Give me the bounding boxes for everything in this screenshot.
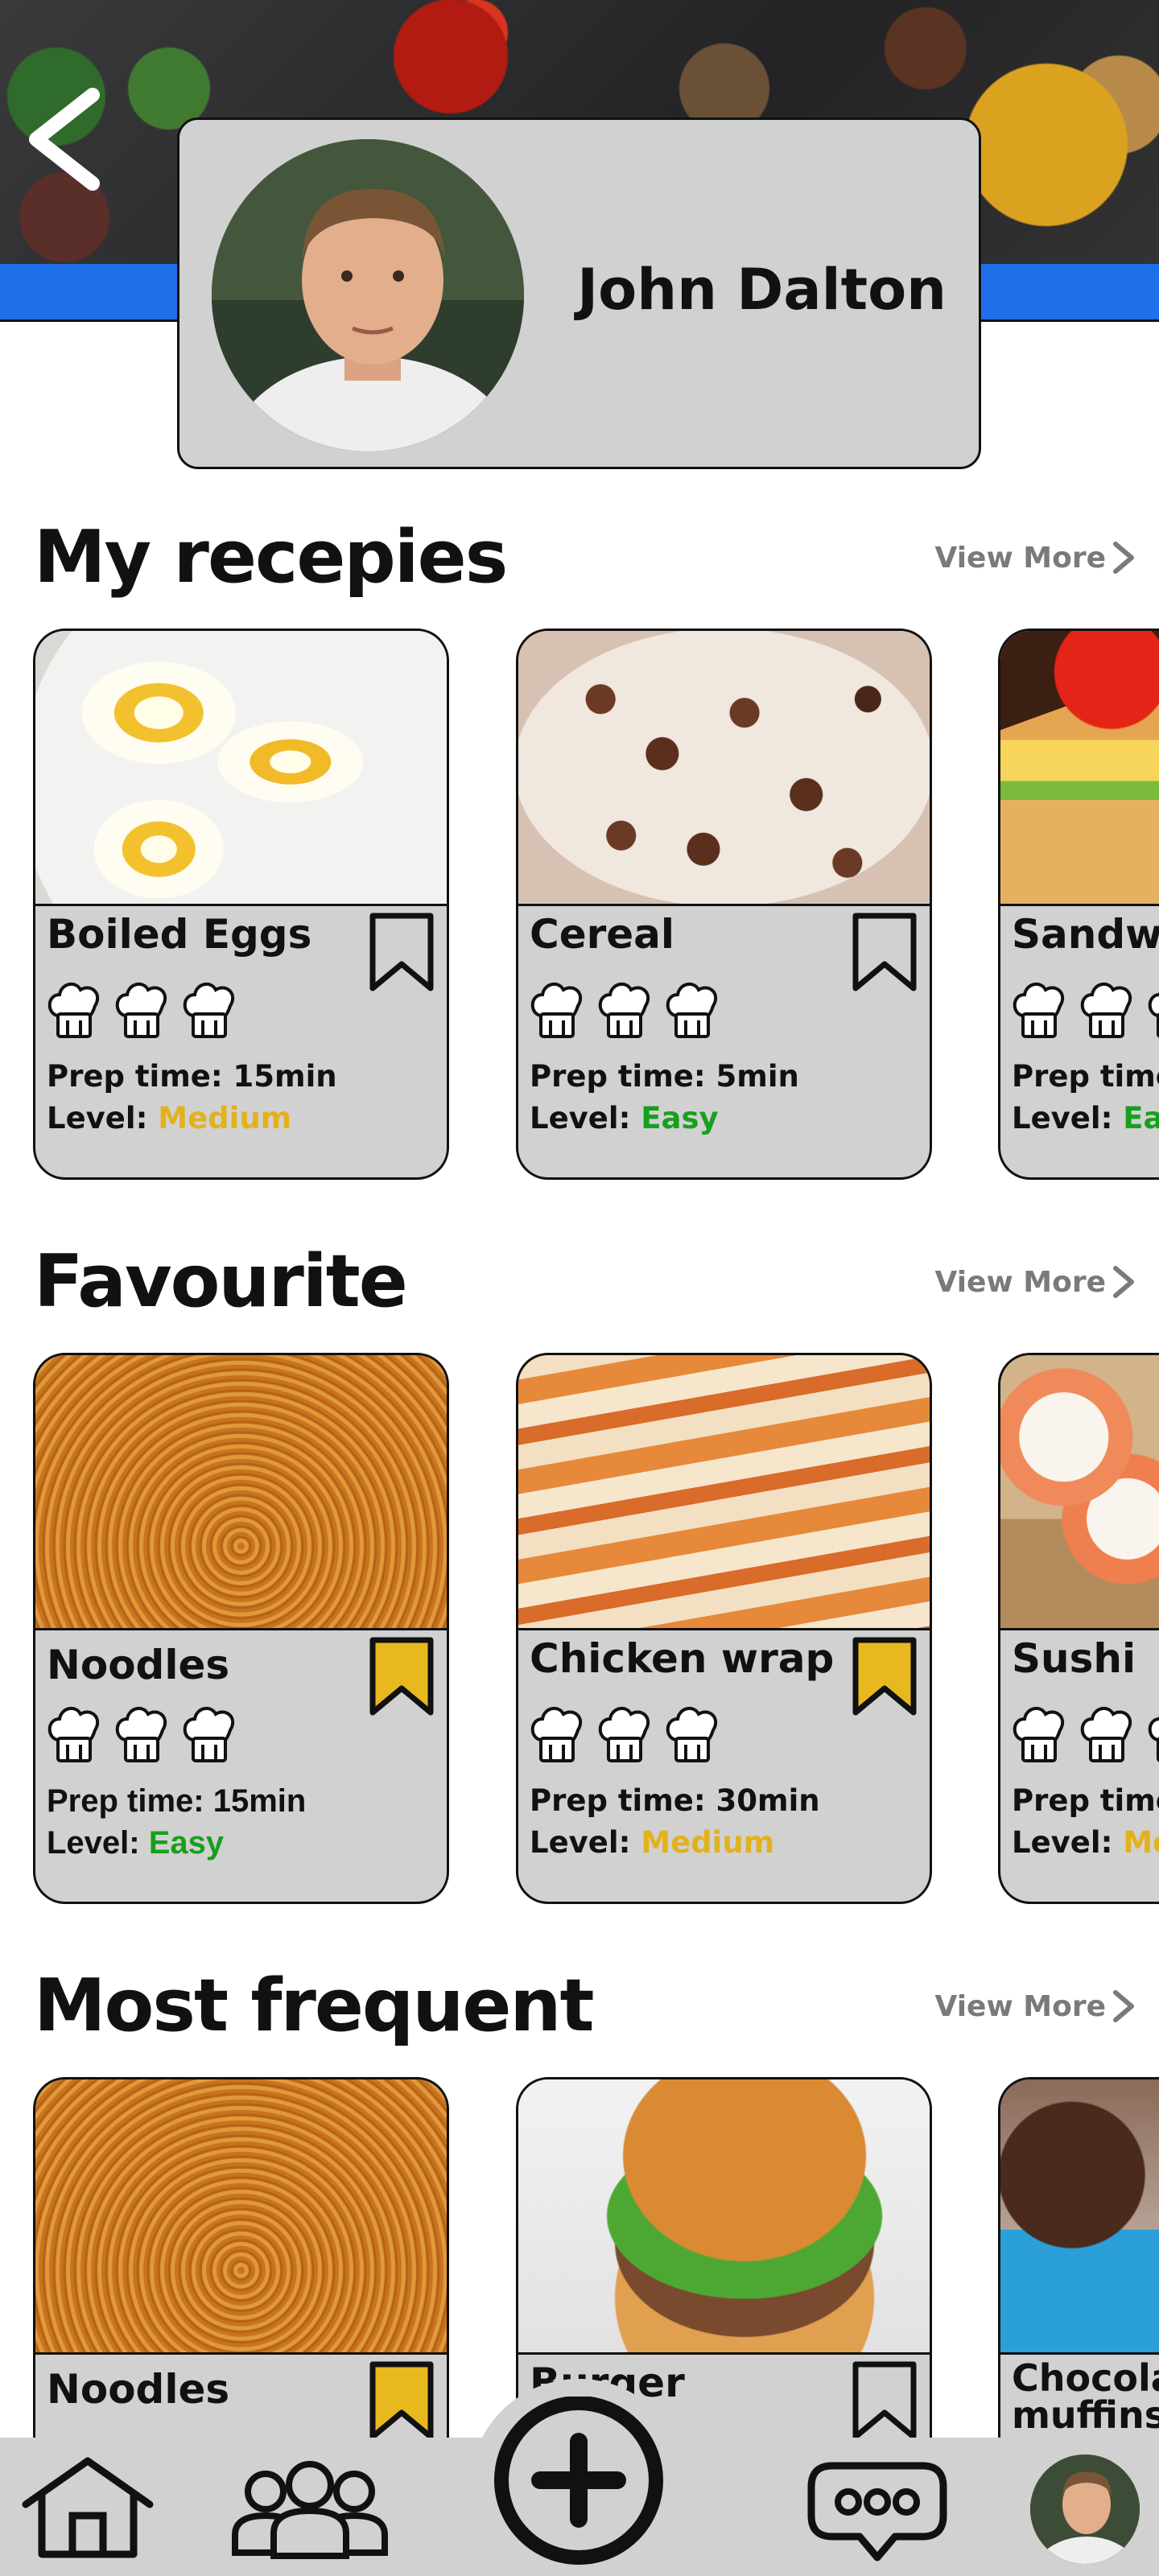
chef-hat-icon bbox=[180, 979, 238, 1040]
level: Level: Eas bbox=[1012, 1101, 1159, 1136]
recipe-card[interactable]: Boiled Eggs Prep time: 15min Level: Medi… bbox=[33, 629, 449, 1180]
section-title-most-frequent: Most frequent bbox=[34, 1964, 595, 2048]
prep-time: Prep time: 15min bbox=[47, 1783, 307, 1819]
recipe-title: Chocolate muffins bbox=[1012, 2356, 1159, 2437]
prep-time: Prep time: 30min bbox=[530, 1783, 820, 1818]
chat-icon[interactable] bbox=[805, 2459, 950, 2564]
chef-hat-icon bbox=[596, 979, 654, 1040]
chevron-right-icon bbox=[1111, 1989, 1135, 2023]
profile-name: John Dalton bbox=[577, 257, 947, 323]
recipe-photo bbox=[518, 1355, 930, 1630]
recipe-photo bbox=[35, 631, 447, 906]
difficulty-rating bbox=[528, 1703, 721, 1764]
recipe-title: Sushi bbox=[1012, 1635, 1136, 1682]
view-more-label: View More bbox=[934, 1265, 1106, 1299]
recipe-card[interactable]: Sandwich Prep time Level: Eas bbox=[998, 629, 1159, 1180]
section-title-my-recipes: My recepies bbox=[34, 515, 508, 600]
recipe-title: Sandwich bbox=[1012, 911, 1159, 958]
recipe-title: Chicken wrap bbox=[530, 1635, 835, 1682]
bookmark-icon[interactable] bbox=[851, 913, 918, 991]
recipe-card[interactable]: Chicken wrap Prep time: 30min Level: Med… bbox=[516, 1353, 932, 1904]
recipe-photo bbox=[518, 2079, 930, 2355]
chef-hat-icon bbox=[1078, 979, 1136, 1040]
recipe-photo bbox=[35, 2079, 447, 2355]
bookmark-icon[interactable] bbox=[368, 2361, 435, 2440]
level-label: Level: bbox=[530, 1101, 641, 1136]
view-more-label: View More bbox=[934, 541, 1106, 575]
back-icon[interactable] bbox=[24, 87, 105, 192]
bookmark-icon[interactable] bbox=[851, 1637, 918, 1716]
bookmark-icon[interactable] bbox=[368, 1637, 435, 1716]
view-more-label: View More bbox=[934, 1989, 1106, 2023]
level: Level: Medium bbox=[47, 1101, 291, 1136]
difficulty-rating bbox=[1010, 1703, 1159, 1764]
view-more-favourite[interactable]: View More bbox=[934, 1265, 1135, 1299]
chef-hat-icon bbox=[1010, 1703, 1068, 1764]
recipe-photo bbox=[35, 1355, 447, 1630]
bookmark-icon[interactable] bbox=[368, 913, 435, 991]
chef-hat-icon bbox=[528, 1703, 586, 1764]
chef-hat-icon bbox=[1010, 979, 1068, 1040]
chef-hat-icon bbox=[663, 979, 721, 1040]
recipe-photo bbox=[1000, 631, 1159, 906]
chef-hat-icon bbox=[596, 1703, 654, 1764]
level-value: Eas bbox=[1123, 1101, 1159, 1136]
level: Level: Easy bbox=[47, 1825, 224, 1861]
recipe-photo bbox=[1000, 2079, 1159, 2355]
recipe-photo bbox=[518, 631, 930, 906]
level-value: Easy bbox=[641, 1101, 719, 1136]
level-value: Me bbox=[1123, 1825, 1159, 1860]
chevron-right-icon bbox=[1111, 541, 1135, 575]
recipe-title: Noodles bbox=[47, 2366, 230, 2413]
chef-hat-icon bbox=[1145, 979, 1159, 1040]
level-label: Level: bbox=[530, 1825, 641, 1860]
chef-hat-icon bbox=[45, 1703, 103, 1764]
level: Level: Medium bbox=[530, 1825, 774, 1860]
chef-hat-icon bbox=[113, 979, 171, 1040]
profile-avatar bbox=[212, 139, 524, 451]
chef-hat-icon bbox=[45, 979, 103, 1040]
view-more-most-frequent[interactable]: View More bbox=[934, 1989, 1135, 2023]
chevron-right-icon bbox=[1111, 1265, 1135, 1299]
bookmark-icon[interactable] bbox=[851, 2361, 918, 2440]
recipe-card[interactable]: Cereal Prep time: 5min Level: Easy bbox=[516, 629, 932, 1180]
profile-card: John Dalton bbox=[177, 117, 981, 469]
level-label: Level: bbox=[47, 1825, 149, 1861]
prep-time: Prep time: 5min bbox=[530, 1059, 799, 1094]
community-icon[interactable] bbox=[229, 2456, 391, 2561]
difficulty-rating bbox=[1010, 979, 1159, 1040]
chef-hat-icon bbox=[528, 979, 586, 1040]
level-value: Medium bbox=[641, 1825, 775, 1860]
recipe-title: Noodles bbox=[47, 1642, 230, 1688]
chef-hat-icon bbox=[1078, 1703, 1136, 1764]
level-value: Easy bbox=[148, 1825, 225, 1861]
level: Level: Easy bbox=[530, 1101, 719, 1136]
recipe-card[interactable]: Sushi Prep time Level: Me bbox=[998, 1353, 1159, 1904]
add-icon[interactable] bbox=[489, 2397, 668, 2575]
recipe-title: Boiled Eggs bbox=[47, 911, 312, 958]
prep-time: Prep time: 15min bbox=[47, 1059, 337, 1094]
recipe-photo bbox=[1000, 1355, 1159, 1630]
difficulty-rating bbox=[45, 979, 238, 1040]
prep-time: Prep time bbox=[1012, 1783, 1159, 1818]
level-value: Medium bbox=[158, 1101, 292, 1136]
prep-time: Prep time bbox=[1012, 1059, 1159, 1094]
home-icon[interactable] bbox=[19, 2454, 156, 2559]
chef-hat-icon bbox=[1145, 1703, 1159, 1764]
chef-hat-icon bbox=[180, 1703, 238, 1764]
profile-avatar-nav[interactable] bbox=[1030, 2454, 1140, 2564]
chef-hat-icon bbox=[663, 1703, 721, 1764]
recipe-title: Cereal bbox=[530, 911, 675, 958]
level-label: Level: bbox=[1012, 1101, 1124, 1136]
difficulty-rating bbox=[528, 979, 721, 1040]
level: Level: Me bbox=[1012, 1825, 1159, 1860]
difficulty-rating bbox=[45, 1703, 238, 1764]
recipe-card[interactable]: Noodles Prep time: 15min Level: Easy bbox=[33, 1353, 449, 1904]
view-more-my-recipes[interactable]: View More bbox=[934, 541, 1135, 575]
level-label: Level: bbox=[47, 1101, 159, 1136]
level-label: Level: bbox=[1012, 1825, 1124, 1860]
section-title-favourite: Favourite bbox=[34, 1239, 408, 1324]
chef-hat-icon bbox=[113, 1703, 171, 1764]
